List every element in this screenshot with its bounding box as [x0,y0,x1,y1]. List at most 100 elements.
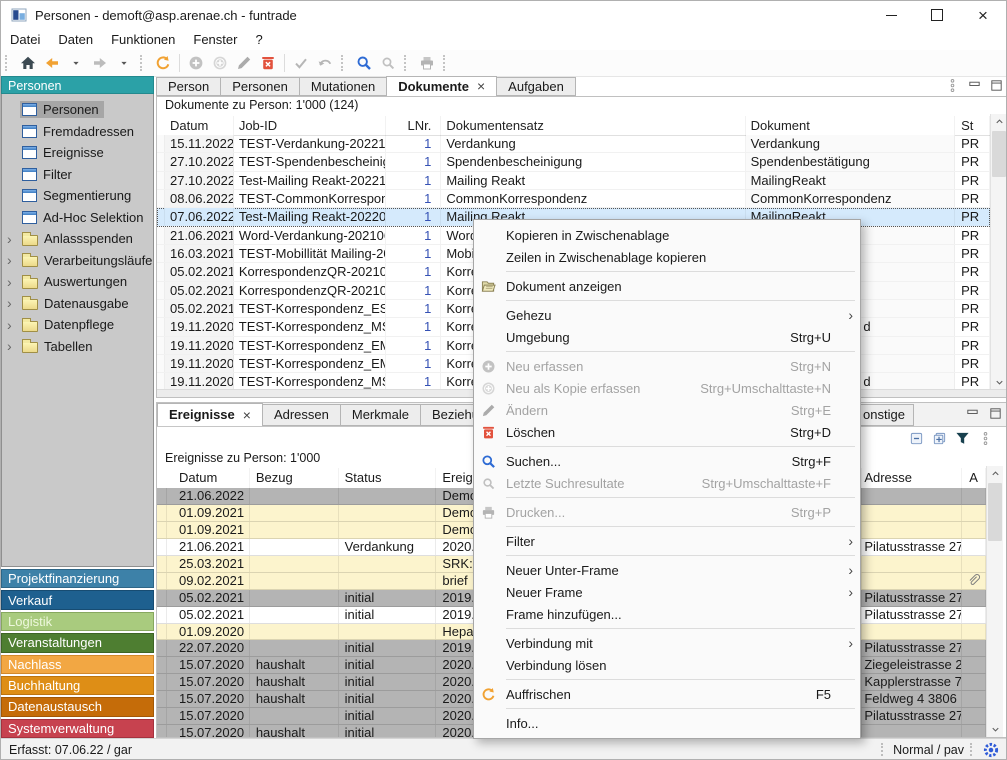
toolbar-confirm-button[interactable] [290,52,312,74]
column-header-a[interactable]: A [962,468,986,488]
column-header-dokumentensatz[interactable]: Dokumentensatz [441,116,745,135]
scroll-down-button[interactable] [987,722,1003,737]
grip-handle[interactable] [341,55,348,71]
sidebar-item-filter[interactable]: Filter [2,164,153,186]
table-row[interactable]: 15.11.2022TEST-Verdankung-20221115-0...1… [157,135,990,153]
menu-item[interactable]: ? [246,29,271,50]
table-row[interactable]: 08.06.2022TEST-CommonKorrespondenz...1Co… [157,190,990,208]
grip-handle[interactable] [5,55,12,71]
module-verkauf[interactable]: Verkauf [1,590,154,609]
column-header-datum[interactable]: Datum [165,116,234,135]
toolbar-home-button[interactable] [17,52,39,74]
grip-handle[interactable] [970,743,976,756]
menu-item-umgebung[interactable]: UmgebungStrg+U [474,326,860,348]
module-datenaustausch[interactable]: Datenaustausch [1,697,154,716]
toolbar-search-last-button[interactable] [377,52,399,74]
menu-fenster[interactable]: Fenster [184,29,246,50]
tab-mutationen[interactable]: Mutationen [299,77,387,96]
toolbar-edit-button[interactable] [233,52,255,74]
expand-icon[interactable] [932,431,947,446]
toolbar-undo-button[interactable] [314,52,336,74]
module-systemverwaltung[interactable]: Systemverwaltung [1,719,154,738]
toolbar-caret-button[interactable] [65,52,87,74]
column-header-job-id[interactable]: Job-ID [234,116,387,135]
module-logistik[interactable]: Logistik [1,612,154,631]
menu-item-frame-hinzufügen[interactable]: Frame hinzufügen... [474,603,860,625]
grip-handle[interactable] [881,743,887,756]
scroll-down-button[interactable] [991,375,1007,390]
column-header-bezug[interactable]: Bezug [250,468,339,488]
scrollbar-thumb[interactable] [992,131,1006,177]
panel-max-icon[interactable] [989,78,1004,93]
close-icon[interactable]: × [243,404,251,426]
sidebar-item-ad-hoc-selektion[interactable]: Ad-Hoc Selektion [2,207,153,229]
toolbar-caret-button[interactable] [113,52,135,74]
tab-dokumente[interactable]: Dokumente× [386,76,497,96]
events-scrollbar[interactable] [986,466,1003,737]
toolbar-search-button[interactable] [353,52,375,74]
sidebar-item-personen[interactable]: Personen [2,99,153,121]
menu-item-verbindung-mit[interactable]: Verbindung mit› [474,632,860,654]
sidebar-item-anlassspenden[interactable]: ›Anlassspenden [2,228,153,250]
filter-icon[interactable] [955,431,970,446]
maximize-button[interactable] [914,1,960,29]
toolbar-forward-button[interactable] [89,52,111,74]
tab-person[interactable]: Person [156,77,221,96]
menu-item-filter[interactable]: Filter› [474,530,860,552]
sidebar-item-segmentierung[interactable]: Segmentierung [2,185,153,207]
menu-item-neuer-unter-frame[interactable]: Neuer Unter-Frame› [474,559,860,581]
column-header-st[interactable]: St [955,116,990,135]
menu-item-suchen[interactable]: Suchen...Strg+F [474,450,860,472]
tab-adressen[interactable]: Adressen [262,404,341,426]
menu-daten[interactable]: Daten [49,29,102,50]
sidebar-item-verarbeitungsläufe[interactable]: ›Verarbeitungsläufe [2,250,153,272]
menu-item-neuer-frame[interactable]: Neuer Frame› [474,581,860,603]
column-header-dokument[interactable]: Dokument [746,116,955,135]
tab-personen[interactable]: Personen [220,77,300,96]
module-veranstaltungen[interactable]: Veranstaltungen [1,633,154,652]
column-header-adresse[interactable]: Adresse [862,468,962,488]
panel-min-icon[interactable] [965,406,980,421]
menu-item-dokument-anzeigen[interactable]: Dokument anzeigen [474,275,860,297]
scroll-up-button[interactable] [987,466,1003,481]
column-header-datum[interactable]: Datum [167,468,250,488]
menu-datei[interactable]: Datei [1,29,49,50]
sidebar-item-datenpflege[interactable]: ›Datenpflege [2,314,153,336]
close-button[interactable]: × [960,1,1006,29]
sidebar-item-fremdadressen[interactable]: Fremdadressen [2,121,153,143]
toolbar-add-copy-button[interactable] [209,52,231,74]
scroll-up-button[interactable] [991,114,1007,129]
documents-scrollbar[interactable] [990,114,1007,390]
sidebar-item-auswertungen[interactable]: ›Auswertungen [2,271,153,293]
minimize-button[interactable] [868,1,914,29]
tab-aufgaben[interactable]: Aufgaben [496,77,576,96]
close-icon[interactable]: × [477,77,485,96]
menu-item-auffrischen[interactable]: AuffrischenF5 [474,683,860,705]
panel-min-icon[interactable] [967,78,982,93]
toolbar-add-button[interactable] [185,52,207,74]
menu-funktionen[interactable]: Funktionen [102,29,184,50]
grip-handle[interactable] [140,55,147,71]
module-nachlass[interactable]: Nachlass [1,655,154,674]
panel-max-icon[interactable] [988,406,1003,421]
collapse-icon[interactable] [909,431,924,446]
scrollbar-thumb[interactable] [988,483,1002,541]
sidebar-item-tabellen[interactable]: ›Tabellen [2,336,153,358]
module-buchhaltung[interactable]: Buchhaltung [1,676,154,695]
toolbar-refresh-button[interactable] [152,52,174,74]
sidebar-item-ereignisse[interactable]: Ereignisse [2,142,153,164]
toolbar-delete-button[interactable] [257,52,279,74]
sidebar-item-datenausgabe[interactable]: ›Datenausgabe [2,293,153,315]
menu-item-löschen[interactable]: LöschenStrg+D [474,421,860,443]
menu-item-info[interactable]: Info... [474,712,860,734]
tab-merkmale[interactable]: Merkmale [340,404,421,426]
grip-handle[interactable] [443,55,450,71]
menu-item-verbindung-lösen[interactable]: Verbindung lösen [474,654,860,676]
kebab-icon[interactable] [945,78,960,93]
table-row[interactable]: 27.10.2022TEST-Spendenbescheinigung-...1… [157,153,990,171]
grip-handle[interactable] [404,55,411,71]
toolbar-print-button[interactable] [416,52,438,74]
kebab-icon[interactable] [978,431,993,446]
column-header-lnr[interactable]: LNr. [386,116,441,135]
menu-item-kopieren-in-zwischenablage[interactable]: Kopieren in Zwischenablage [474,224,860,246]
